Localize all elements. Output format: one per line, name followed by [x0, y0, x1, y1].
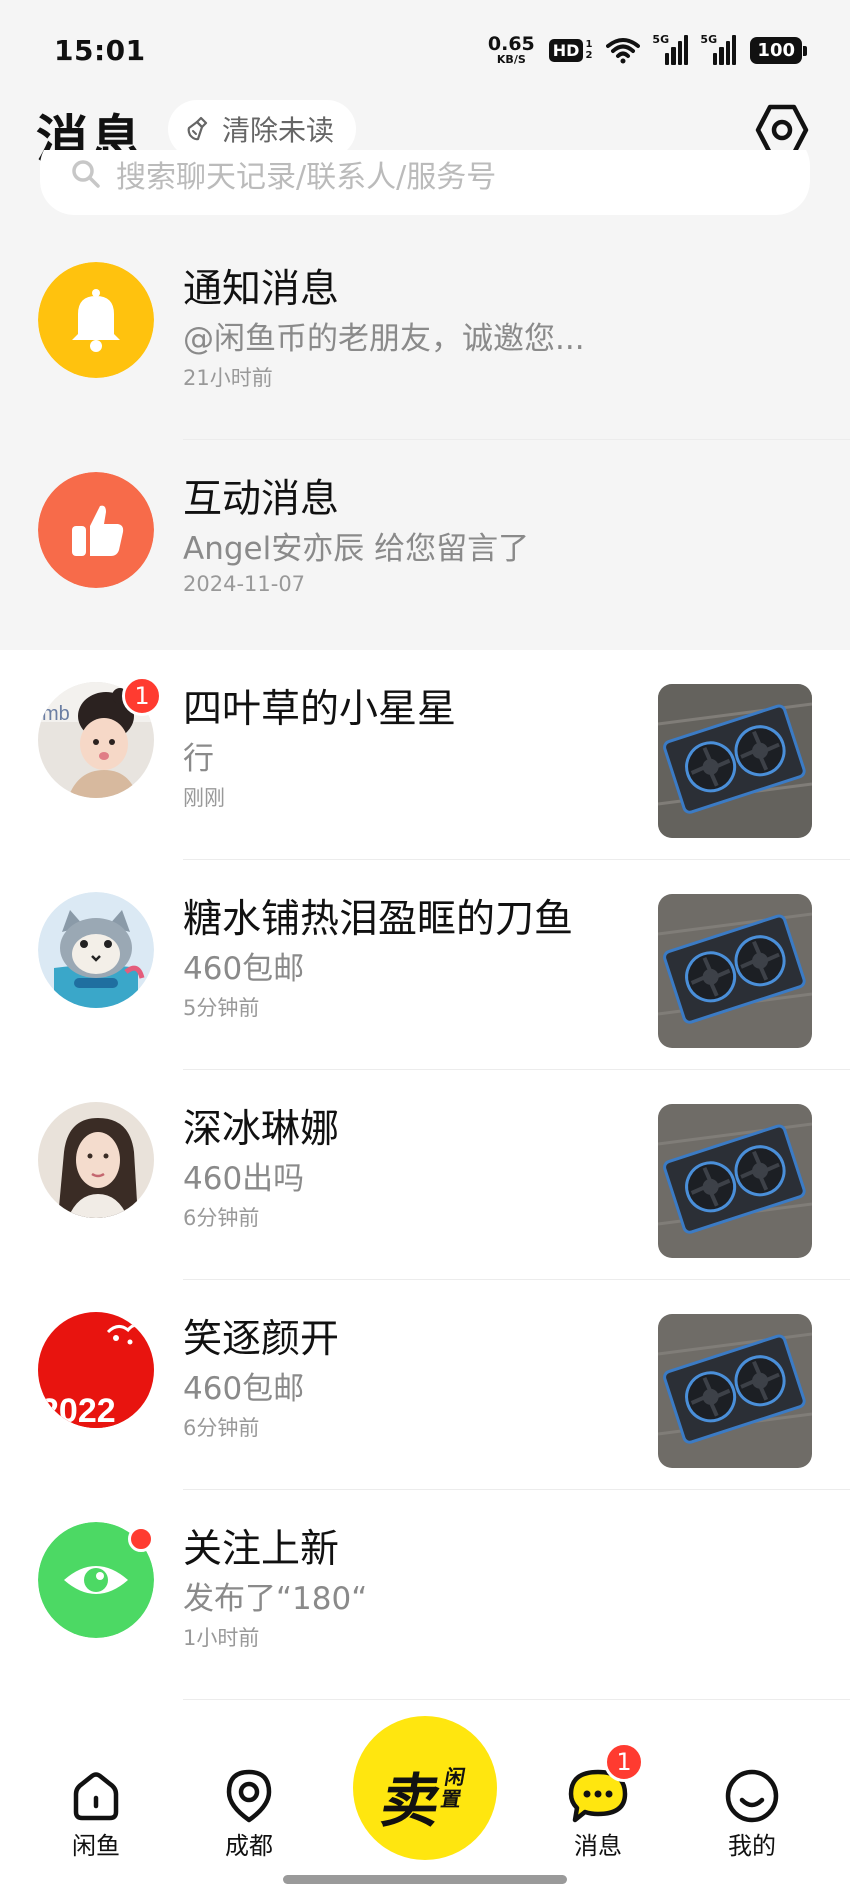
thumbs-up-icon — [38, 472, 154, 588]
chat-row[interactable]: mb 1 四叶草的小星星 行 刚刚 — [0, 650, 850, 860]
network-speed: 0.65 KB/S — [487, 33, 535, 66]
hd-sub-top: 1 — [585, 39, 593, 50]
hd-sub-bottom: 2 — [585, 50, 593, 61]
chat-message: 460包邮 — [183, 951, 305, 987]
bell-icon — [38, 262, 154, 378]
gpu-image — [658, 1314, 812, 1468]
broom-icon — [187, 116, 208, 141]
chat-time: 6分钟前 — [183, 1416, 260, 1440]
chat-row[interactable]: 糖水铺热泪盈眶的刀鱼 460包邮 5分钟前 — [0, 860, 850, 1070]
product-thumbnail[interactable] — [658, 1104, 812, 1258]
follow-title: 关注上新 — [183, 1527, 340, 1572]
home-icon — [73, 1772, 119, 1821]
avatar-year-text: 2022 — [40, 1392, 116, 1428]
nav-city-label: 成都 — [225, 1832, 273, 1860]
clear-unread-label: 清除未读 — [222, 114, 335, 147]
network-speed-value: 0.65 — [487, 33, 535, 55]
follow-updates-row[interactable]: 关注上新 发布了“180“ 1小时前 — [0, 1490, 850, 1700]
avatar-sign-text: mb — [42, 703, 70, 725]
hd-icon: HD 12 — [548, 38, 592, 62]
location-icon — [226, 1769, 272, 1823]
sim1-label: 5G — [652, 33, 670, 46]
avatar-photo — [38, 1102, 154, 1218]
sim2-label: 5G — [700, 33, 718, 46]
search-icon — [72, 159, 100, 188]
wifi-icon — [606, 38, 641, 64]
gpu-image — [658, 1104, 812, 1258]
battery-level: 100 — [757, 39, 795, 61]
chat-row[interactable]: 2022 笑逐颜开 460包邮 6分钟前 — [0, 1280, 850, 1490]
chat-message: 行 — [183, 741, 214, 777]
chat-name: 笑逐颜开 — [183, 1317, 340, 1362]
avatar-cat-illustration — [38, 892, 154, 1008]
battery-icon: 100 — [750, 36, 807, 64]
product-thumbnail[interactable] — [658, 684, 812, 838]
avatar — [38, 1102, 154, 1218]
notification-avatar — [38, 262, 154, 378]
status-icons: 0.65 KB/S HD 12 5G 5G 100 — [487, 30, 807, 70]
interaction-subtitle: Angel安亦辰 给您留言了 — [183, 531, 530, 567]
new-update-dot — [128, 1526, 154, 1552]
product-thumbnail[interactable] — [658, 1314, 812, 1468]
unread-badge: 1 — [122, 676, 162, 716]
follow-time: 1小时前 — [183, 1626, 260, 1650]
chat-name: 四叶草的小星星 — [183, 687, 457, 732]
nav-profile-label: 我的 — [728, 1832, 776, 1860]
chat-row[interactable]: 深冰琳娜 460出吗 6分钟前 — [0, 1070, 850, 1280]
gpu-image — [658, 684, 812, 838]
search-input[interactable]: 搜索聊天记录/联系人/服务号 — [40, 150, 810, 215]
interaction-avatar — [38, 472, 154, 588]
avatar: 2022 — [38, 1312, 154, 1428]
nav-home-label: 闲鱼 — [72, 1832, 120, 1860]
gpu-image — [658, 894, 812, 1048]
notification-subtitle: @闲鱼币的老朋友，诚邀您... — [183, 321, 585, 357]
smile-face-icon — [725, 1769, 779, 1823]
sell-main-label: 卖 — [376, 1767, 447, 1835]
product-thumbnail[interactable] — [658, 894, 812, 1048]
search-bar[interactable]: 搜索聊天记录/联系人/服务号 — [40, 150, 810, 215]
network-speed-unit: KB/S — [496, 53, 526, 66]
notification-title: 通知消息 — [183, 267, 340, 312]
chat-name: 深冰琳娜 — [183, 1107, 340, 1152]
search-placeholder: 搜索聊天记录/联系人/服务号 — [116, 159, 497, 195]
chat-time: 6分钟前 — [183, 1206, 260, 1230]
nav-profile[interactable]: 我的 — [702, 1768, 802, 1861]
sell-idle-button[interactable]: 卖 闲置 — [353, 1716, 497, 1860]
bottom-nav: 闲鱼 成都 卖 闲置 消息 1 我的 — [0, 1716, 850, 1900]
cellular-signal-icon-2: 5G — [700, 33, 737, 65]
follow-message: 发布了“180“ — [183, 1581, 368, 1617]
chat-message: 460包邮 — [183, 1371, 305, 1407]
divider — [183, 1699, 850, 1700]
interaction-title: 互动消息 — [183, 477, 340, 522]
chat-name: 糖水铺热泪盈眶的刀鱼 — [183, 897, 574, 942]
status-time: 15:01 — [54, 34, 146, 67]
chat-time: 5分钟前 — [183, 996, 260, 1020]
notification-time: 21小时前 — [183, 366, 273, 390]
notification-row[interactable]: 通知消息 @闲鱼币的老朋友，诚邀您... 21小时前 — [0, 230, 850, 440]
hd-label: HD — [548, 38, 584, 62]
interaction-row[interactable]: 互动消息 Angel安亦辰 给您留言了 2024-11-07 — [0, 440, 850, 650]
interaction-time: 2024-11-07 — [183, 572, 306, 596]
avatar-red-banner: 2022 — [38, 1312, 154, 1428]
chat-message: 460出吗 — [183, 1161, 305, 1197]
status-bar: 15:01 0.65 KB/S HD 12 5G 5G 100 — [0, 0, 850, 100]
chat-time: 刚刚 — [183, 786, 225, 810]
cellular-signal-icon-1: 5G — [652, 33, 689, 65]
nav-home[interactable]: 闲鱼 — [46, 1768, 146, 1861]
home-indicator[interactable] — [283, 1875, 567, 1884]
nav-messages-label: 消息 — [574, 1832, 622, 1860]
nav-messages[interactable]: 消息 — [548, 1768, 648, 1861]
hd-sub: 12 — [585, 39, 592, 61]
messages-badge: 1 — [604, 1742, 644, 1782]
nav-city[interactable]: 成都 — [199, 1768, 299, 1861]
avatar — [38, 892, 154, 1008]
